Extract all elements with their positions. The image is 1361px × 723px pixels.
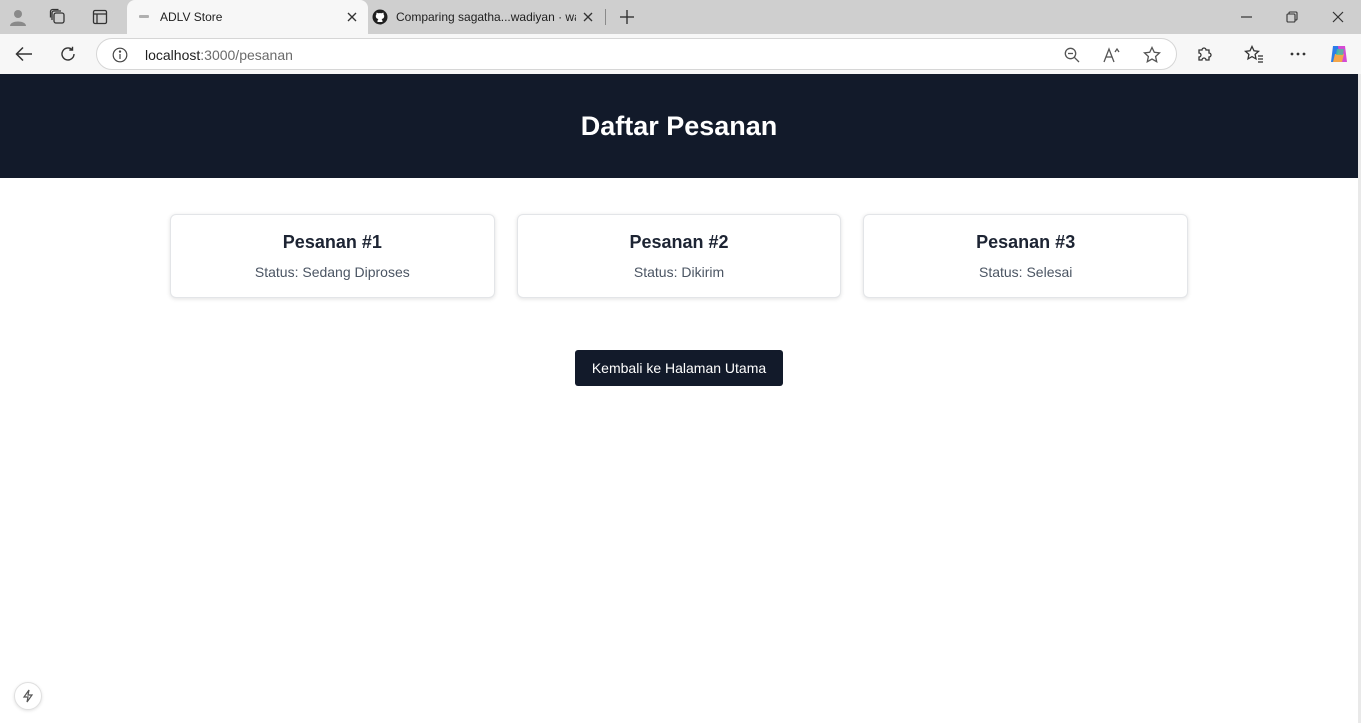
order-title: Pesanan #1 [282, 232, 382, 252]
extensions-icon[interactable] [1189, 38, 1221, 70]
order-title: Pesanan #3 [976, 232, 1076, 252]
order-card: Pesanan #1 Status: Sedang Diproses [170, 214, 495, 298]
copilot-icon[interactable] [1323, 38, 1355, 70]
back-to-home-button[interactable]: Kembali ke Halaman Utama [575, 350, 783, 386]
order-card: Pesanan #3 Status: Selesai [863, 214, 1189, 298]
read-aloud-icon[interactable] [1102, 45, 1122, 65]
close-icon[interactable] [340, 5, 364, 29]
tab-github-compare[interactable]: Comparing sagatha...wadiyan · wa [370, 0, 604, 34]
tab-separator [605, 9, 606, 25]
url-path: :3000/pesanan [200, 47, 293, 63]
github-icon [372, 9, 388, 25]
tab-actions-icon[interactable] [84, 2, 116, 32]
order-card: Pesanan #2 Status: Dikirim [516, 214, 842, 298]
profile-icon[interactable] [2, 2, 34, 32]
order-list: Pesanan #1 Status: Sedang Diproses Pesan… [170, 214, 1189, 300]
favicon-icon [136, 9, 152, 25]
tab-adlv-store[interactable]: ADLV Store [127, 0, 368, 34]
page-title: Daftar Pesanan [580, 110, 778, 141]
url-text[interactable]: localhost:3000/pesanan [145, 47, 293, 63]
back-icon[interactable] [8, 38, 40, 70]
lightning-icon[interactable] [14, 682, 42, 710]
page-content: Daftar Pesanan Pesanan #1 Status: Sedang… [0, 74, 1358, 723]
new-tab-icon[interactable] [612, 2, 642, 32]
order-status: Status: Selesai [978, 264, 1073, 280]
browser-toolbar: localhost:3000/pesanan [0, 34, 1361, 74]
address-bar[interactable]: localhost:3000/pesanan [96, 38, 1177, 70]
order-status: Status: Sedang Diproses [254, 264, 410, 280]
tab-strip: ADLV Store Comparing sagatha...wadiyan ·… [0, 0, 1361, 34]
tab-title: Comparing sagatha...wadiyan · wa [396, 10, 576, 24]
refresh-icon[interactable] [52, 38, 84, 70]
favorite-star-icon[interactable] [1142, 45, 1162, 65]
browser-window: ADLV Store Comparing sagatha...wadiyan ·… [0, 0, 1361, 723]
zoom-out-icon[interactable] [1062, 45, 1082, 65]
close-icon[interactable] [576, 5, 600, 29]
favorites-icon[interactable] [1238, 38, 1270, 70]
order-title: Pesanan #2 [629, 232, 729, 252]
close-window-icon[interactable] [1315, 0, 1361, 34]
restore-icon[interactable] [1269, 0, 1315, 34]
minimize-icon[interactable] [1223, 0, 1269, 34]
more-icon[interactable] [1282, 38, 1314, 70]
info-icon[interactable] [111, 46, 129, 64]
tab-title: ADLV Store [160, 10, 223, 24]
url-host: localhost [145, 47, 201, 63]
order-status: Status: Dikirim [633, 264, 725, 280]
workspaces-icon[interactable] [42, 2, 74, 32]
page-header: Daftar Pesanan [0, 74, 1358, 178]
